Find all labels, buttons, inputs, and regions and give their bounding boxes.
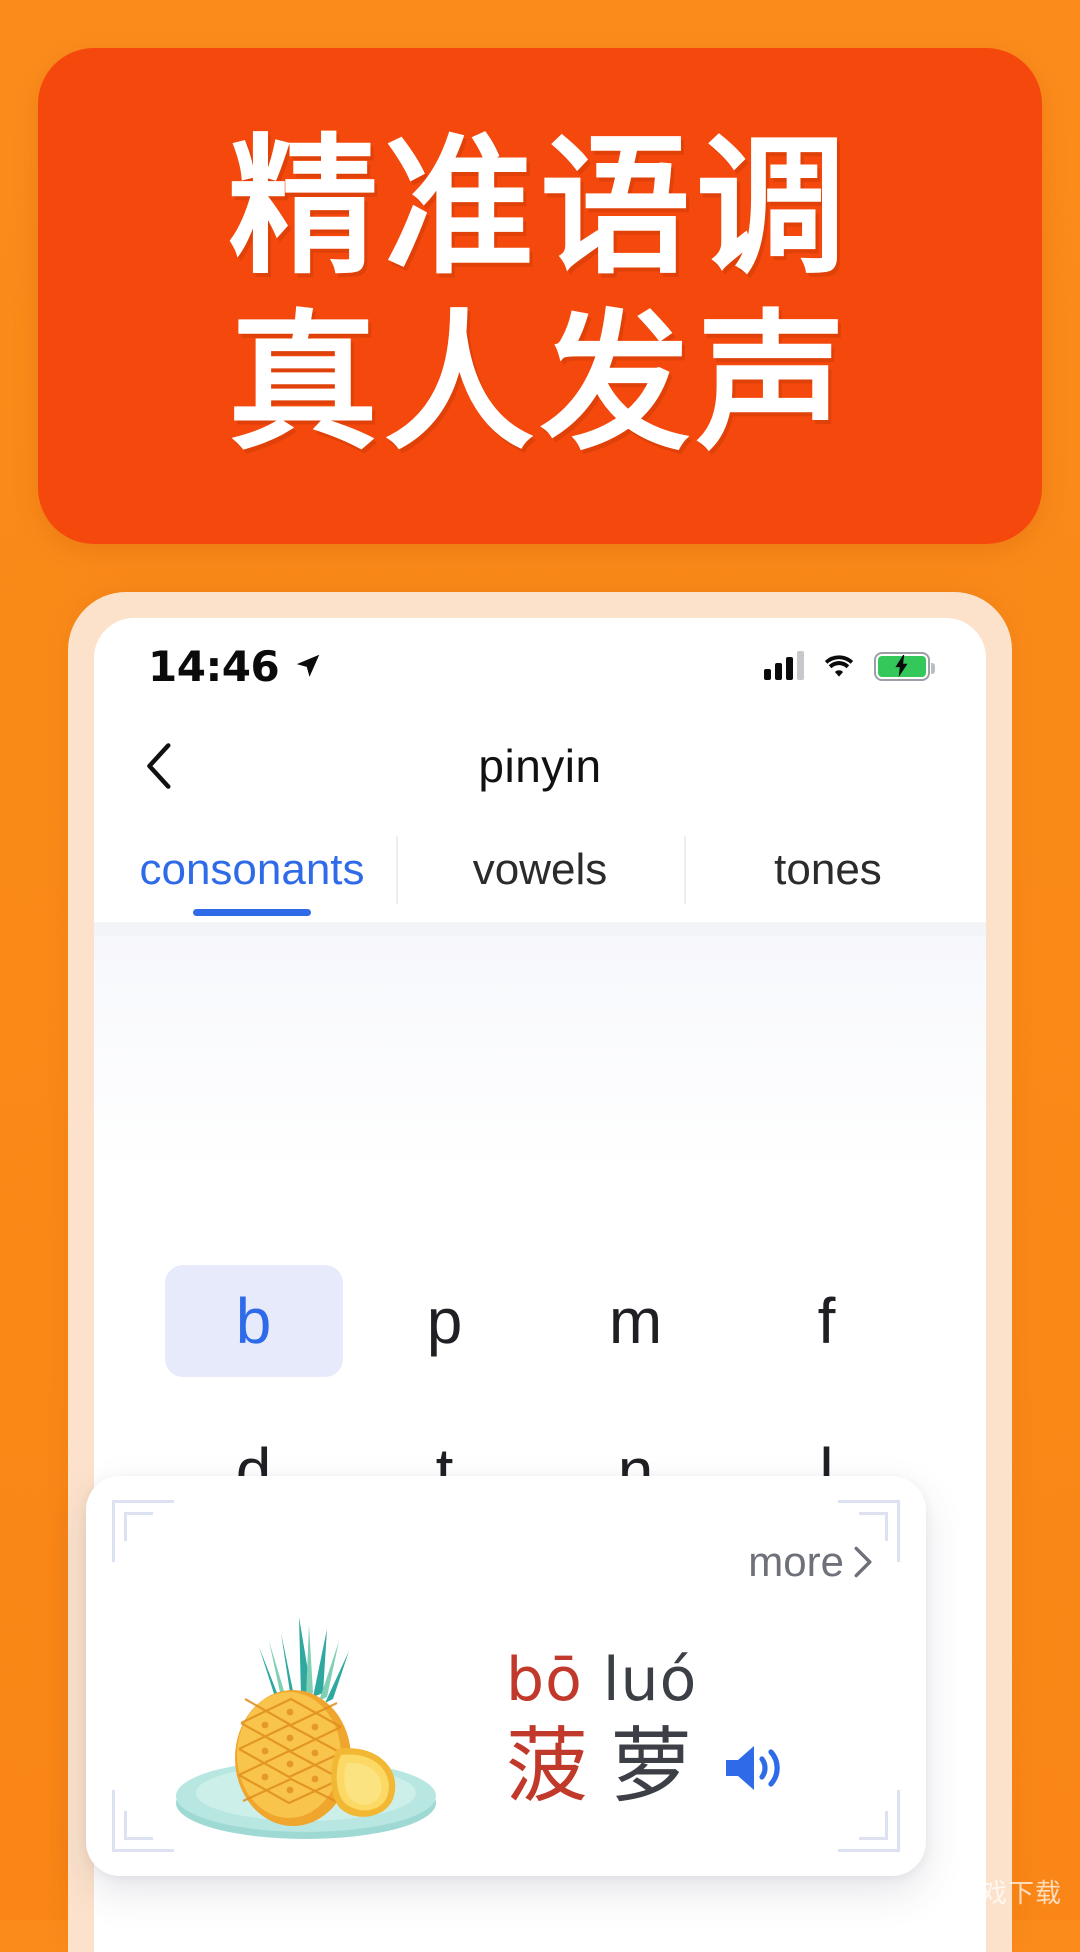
status-time: 14:46	[148, 641, 280, 691]
hanzi-word: 菠 萝	[506, 1722, 784, 1812]
phone-frame: 14:46 pinyin consonants vowels tones b p…	[68, 592, 1012, 1952]
cellular-signal-icon	[764, 651, 804, 680]
speaker-icon[interactable]	[720, 1739, 784, 1797]
tab-active-indicator	[193, 909, 311, 916]
card-corner-ornament-top-left	[112, 1500, 174, 1562]
consonant-key-f[interactable]: f	[731, 1265, 922, 1377]
navigation-bar: pinyin	[94, 714, 986, 818]
chevron-left-icon	[147, 743, 171, 789]
tab-tones-label: tones	[774, 845, 882, 894]
status-bar-right	[764, 651, 935, 681]
chevron-right-icon	[854, 1546, 872, 1578]
word-text-block: bō luó 菠 萝	[496, 1643, 926, 1812]
consonant-key-p-label: p	[426, 1285, 463, 1357]
word-card-body: bō luó 菠 萝	[86, 1580, 926, 1876]
consonant-row-1: b p m f	[94, 1246, 986, 1396]
tab-vowels-label: vowels	[472, 845, 608, 894]
tab-vowels[interactable]: vowels	[396, 818, 684, 922]
page-title: pinyin	[478, 740, 602, 792]
consonant-key-f-label: f	[817, 1285, 836, 1357]
hanzi-char-1: 菠	[506, 1719, 589, 1815]
tabs-divider	[94, 922, 986, 936]
pinyin-syllable-1: bō	[506, 1645, 583, 1716]
pinyin-syllable-2: luó	[602, 1645, 698, 1716]
hanzi-char-2: 萝	[610, 1719, 693, 1815]
promo-headline-line-2: 真人发声	[227, 297, 852, 471]
consonant-key-p[interactable]: p	[349, 1265, 540, 1377]
tab-tones[interactable]: tones	[684, 818, 972, 922]
promo-headline-line-1: 精准语调	[227, 121, 852, 295]
tab-consonants-label: consonants	[139, 845, 365, 894]
consonant-key-b[interactable]: b	[158, 1265, 349, 1377]
status-bar-left: 14:46	[148, 642, 323, 691]
charging-bolt-icon	[895, 655, 908, 677]
pineapple-illustration-svg	[176, 1617, 436, 1839]
watermark: 游戏下载	[953, 1879, 1062, 1909]
consonant-key-m-label: m	[608, 1285, 663, 1357]
tab-consonants[interactable]: consonants	[108, 818, 396, 922]
tab-bar: consonants vowels tones	[94, 818, 986, 922]
status-bar: 14:46	[94, 618, 986, 714]
back-button[interactable]	[130, 738, 186, 794]
pinyin-reading: bō luó	[506, 1643, 697, 1718]
pineapple-illustration	[86, 1603, 496, 1853]
location-arrow-icon	[296, 654, 320, 677]
more-button[interactable]: more	[748, 1538, 874, 1586]
word-detail-card: more bō luó 菠 萝	[86, 1476, 926, 1876]
battery-charging-icon	[874, 651, 935, 681]
more-button-label: more	[748, 1538, 844, 1585]
consonant-key-b-label: b	[164, 1265, 343, 1377]
wifi-icon	[824, 655, 854, 677]
promo-banner: 精准语调 真人发声	[38, 48, 1042, 544]
consonant-key-m[interactable]: m	[540, 1265, 731, 1377]
